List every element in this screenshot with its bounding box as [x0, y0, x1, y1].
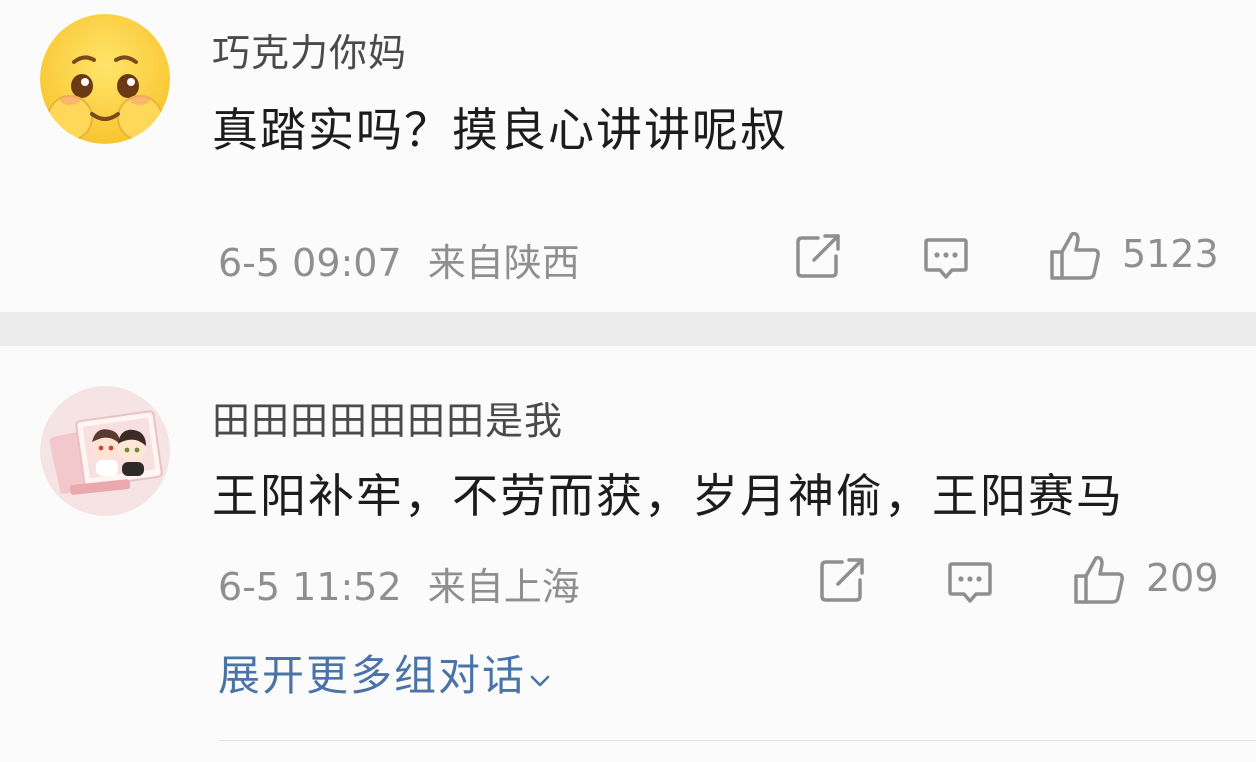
thumbs-up-icon[interactable] [1048, 228, 1102, 282]
like-count: 5123 [1122, 232, 1219, 276]
timestamp: 6-5 09:07 [218, 241, 402, 285]
pleading-face-emoji-icon [40, 14, 170, 144]
like-count: 209 [1146, 556, 1219, 600]
comment-text: 王阳补牢，不劳而获，岁月神偷，王阳赛马 [212, 469, 1124, 523]
cartoon-couple-photo-icon [40, 386, 170, 516]
comment-text: 真踏实吗？摸良心讲讲呢叔 [212, 103, 788, 157]
avatar[interactable] [40, 386, 170, 516]
share-icon[interactable] [794, 232, 842, 280]
comment-meta: 6-5 09:07 来自陕西 [218, 232, 580, 287]
comment-card: 巧克力你妈 真踏实吗？摸良心讲讲呢叔 6-5 09:07 来自陕西 5123 [0, 0, 1256, 312]
comment-meta: 6-5 11:52 来自上海 [218, 556, 580, 611]
comment-icon[interactable] [946, 558, 994, 606]
avatar[interactable] [40, 14, 170, 144]
share-icon[interactable] [818, 556, 866, 604]
divider [218, 740, 1256, 741]
comment-icon[interactable] [922, 234, 970, 282]
expand-replies-link[interactable]: 展开更多组对话 [218, 642, 552, 703]
chevron-down-icon [528, 654, 552, 703]
comment-card: 田田田田田田田是我 王阳补牢，不劳而获，岁月神偷，王阳赛马 6-5 11:52 … [0, 346, 1256, 762]
thumbs-up-icon[interactable] [1072, 552, 1126, 606]
location: 来自陕西 [427, 241, 580, 285]
location: 来自上海 [427, 565, 580, 609]
username[interactable]: 巧克力你妈 [212, 22, 407, 77]
timestamp: 6-5 11:52 [218, 565, 402, 609]
comment-separator [0, 312, 1256, 346]
username[interactable]: 田田田田田田田是我 [212, 390, 563, 445]
expand-replies-label: 展开更多组对话 [218, 651, 527, 700]
